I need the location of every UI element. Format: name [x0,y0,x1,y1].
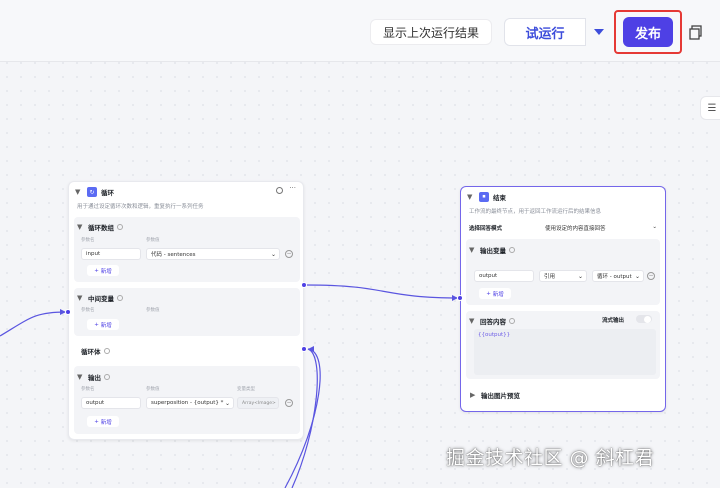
publish-button[interactable]: 发布 [623,17,673,47]
intermediate-vars-section: ▼ 中间变量 参数名 参数值 + 新增 [74,288,300,336]
loop-node-title: 循环 [101,189,114,197]
add-label: 新增 [100,268,112,275]
wire-in-loop [0,311,67,337]
loop-body-port[interactable] [301,346,307,352]
wire-arrow-body [308,346,314,352]
help-icon [104,374,110,380]
loop-array-value-text: 代码 - sentences [151,252,196,258]
end-output-vars-section: ▼ 输出变量 output 引用 ⌄ 循环 - output ⌄ − + 新增 [466,239,660,305]
loop-output-value-text: superposition - {output} * [151,400,224,406]
answer-content-editor[interactable]: {{output}} [474,329,656,375]
loop-node-icon: ↻ [87,187,97,197]
chevron-down-icon: ⌄ [634,272,640,280]
add-array-item-button[interactable]: + 新增 [87,265,119,276]
ref-type-text: 引用 [544,274,556,280]
plus-icon: + [94,418,99,425]
add-output-button[interactable]: + 新增 [87,416,119,427]
param-value-label: 参数值 [146,238,160,243]
top-toolbar: 显示上次运行结果 试运行 发布 [0,0,720,62]
loop-node[interactable]: ▼ ↻ 循环 ··· 用于通过设定循环次数和逻辑，重复执行一系列任务 ▼ 循环数… [68,181,304,440]
end-ref-value-select[interactable]: 循环 - output ⌄ [592,270,644,282]
help-icon [509,318,515,324]
loop-array-section: ▼ 循环数组 参数名 参数值 input 代码 - sentences ⌄ − … [74,217,300,282]
answer-mode-select[interactable]: 使用设定的内容直接回答 ⌄ [545,224,657,232]
loop-output-title: 输出 [88,374,101,382]
loop-output-value-select[interactable]: superposition - {output} * ⌄ [146,397,234,409]
end-output-name-input[interactable]: output [474,270,534,282]
end-node[interactable]: ▼ ⏹ 结束 工作流的最终节点，用于返回工作流运行后的结果信息 选择回答模式 使… [460,186,666,412]
collapse-caret-icon[interactable]: ▼ [469,246,477,254]
end-output-vars-title: 输出变量 [480,247,506,255]
help-icon [117,224,123,230]
param-name-label: 参数名 [81,238,95,243]
remove-icon[interactable]: − [647,272,655,280]
stream-output-toggle[interactable] [636,315,652,323]
more-icon[interactable]: ··· [289,184,296,192]
run-node-icon[interactable] [276,187,283,194]
end-node-desc: 工作流的最终节点，用于返回工作流运行后的结果信息 [469,209,602,215]
answer-mode-value: 使用设定的内容直接回答 [545,226,606,232]
param-value-label: 参数值 [146,308,160,313]
param-name-label: 参数名 [81,387,95,392]
add-label: 新增 [492,291,504,298]
show-last-run-button[interactable]: 显示上次运行结果 [370,19,492,45]
ref-value-text: 循环 - output [597,274,632,280]
chevron-down-icon: ⌄ [224,399,230,407]
trial-run-dropdown[interactable] [586,18,612,46]
copy-icon[interactable] [688,24,704,40]
remove-icon[interactable]: − [285,250,293,258]
loop-output-name-input[interactable]: output [81,397,141,409]
loop-node-desc: 用于通过设定循环次数和逻辑，重复执行一系列任务 [77,204,204,210]
loop-input-port[interactable] [65,309,71,315]
param-name-label: 参数名 [81,308,95,313]
answer-content-title: 回答内容 [480,318,506,326]
end-input-port[interactable] [457,295,463,301]
add-intermediate-var-button[interactable]: + 新增 [87,319,119,330]
image-preview-header[interactable]: ▶ 输出图片预览 [470,390,520,400]
add-label: 新增 [100,419,112,426]
collapse-caret-icon[interactable]: ▼ [77,223,85,231]
collapse-caret-icon[interactable]: ▼ [469,317,477,325]
end-ref-type-select[interactable]: 引用 ⌄ [539,270,587,282]
collapse-caret-icon[interactable]: ▼ [75,188,83,196]
collapse-caret-icon[interactable]: ▼ [467,193,475,201]
watermark: 掘金技术社区 @ 斜杠君 [446,447,655,469]
plus-icon: + [94,321,99,328]
help-icon [509,247,515,253]
wire-loop-to-end [305,284,461,299]
param-value-label: 参数值 [146,387,160,392]
chevron-down-icon: ⌄ [577,272,583,280]
loop-body-header: 循环体 [81,346,110,356]
panel-toggle-icon[interactable]: ☰ [700,96,720,120]
expand-caret-icon[interactable]: ▶ [470,391,478,399]
answer-mode-label: 选择回答模式 [469,226,503,232]
help-icon [103,348,110,354]
caret-down-icon [594,29,604,35]
loop-output-type: Array<Image> [237,397,279,409]
chevron-down-icon: ⌄ [270,250,276,258]
plus-icon: + [486,290,491,297]
end-node-title: 结束 [493,194,506,202]
loop-array-title: 循环数组 [88,224,114,232]
add-output-var-button[interactable]: + 新增 [479,288,511,299]
remove-icon[interactable]: − [285,399,293,407]
plus-icon: + [94,267,99,274]
intermediate-vars-title: 中间变量 [88,295,114,303]
stream-output-label: 流式输出 [602,318,625,324]
image-preview-title: 输出图片预览 [481,392,520,400]
chevron-down-icon: ⌄ [652,224,657,230]
collapse-caret-icon[interactable]: ▼ [77,373,85,381]
add-label: 新增 [100,322,112,329]
loop-array-name-input[interactable]: input [81,248,141,260]
var-type-label: 变量类型 [237,387,255,392]
end-node-icon: ⏹ [479,192,489,202]
loop-output-section: ▼ 输出 参数名 参数值 变量类型 output superposition -… [74,366,300,434]
help-icon [117,295,123,301]
trial-run-button[interactable]: 试运行 [504,18,586,46]
loop-output-port[interactable] [301,282,307,288]
loop-body-title: 循环体 [81,348,101,356]
answer-content-section: ▼ 回答内容 流式输出 {{output}} [466,311,660,379]
loop-array-value-select[interactable]: 代码 - sentences ⌄ [146,248,280,260]
collapse-caret-icon[interactable]: ▼ [77,294,85,302]
